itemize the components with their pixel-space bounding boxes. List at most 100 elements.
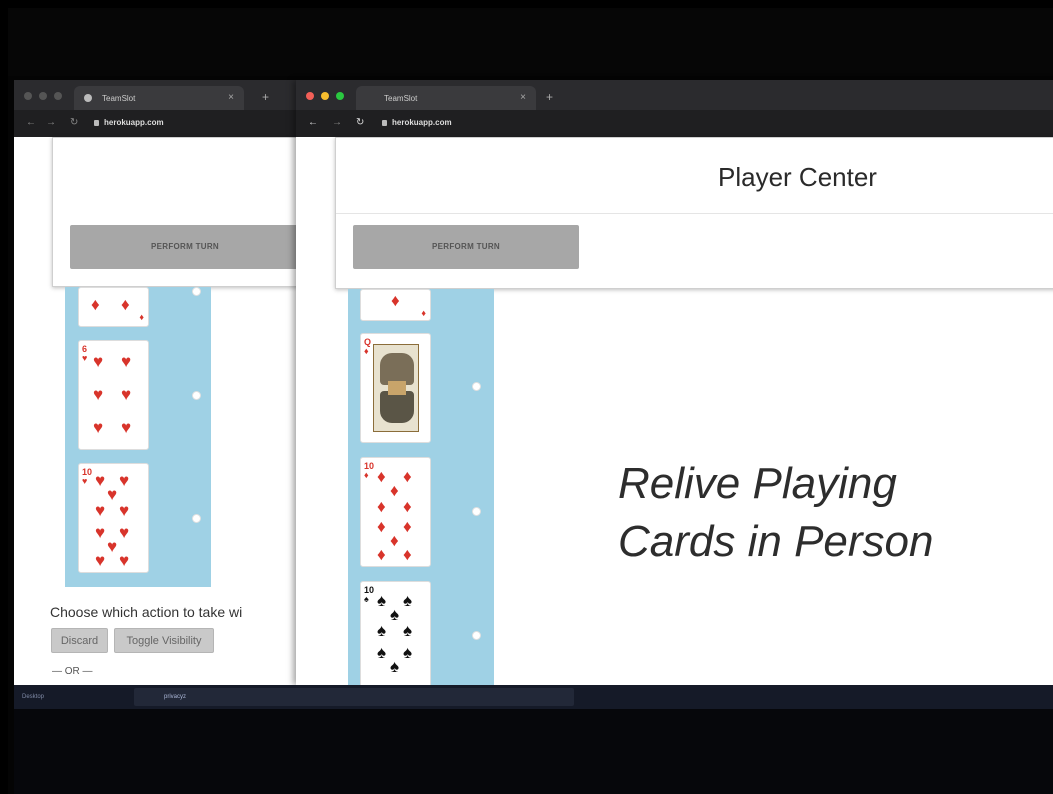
- radio-icon[interactable]: [192, 287, 201, 296]
- diamond-suit-icon: ♦: [377, 545, 386, 564]
- finder-strip[interactable]: [134, 688, 574, 706]
- heart-suit-icon: ♥: [93, 352, 104, 371]
- spade-suit-icon: ♠: [403, 591, 413, 610]
- toggle-visibility-button[interactable]: Toggle Visibility: [114, 628, 214, 653]
- card-corner: 10 ♠: [364, 585, 375, 604]
- url-text: herokuapp.com: [392, 118, 452, 127]
- close-window-icon: [306, 92, 314, 100]
- tab-bar: TeamSlot × +: [296, 80, 1053, 110]
- folder-label[interactable]: privacyz: [164, 694, 186, 700]
- diamond-suit-icon: ♦: [403, 497, 412, 516]
- face-card-art: [373, 344, 419, 432]
- url-field[interactable]: herokuapp.com: [94, 118, 164, 127]
- heart-suit-icon: ♥: [119, 523, 130, 542]
- heart-suit-icon: ♥: [107, 537, 118, 556]
- or-separator: — OR —: [52, 666, 93, 677]
- lock-icon: [382, 119, 387, 126]
- window-controls[interactable]: [24, 92, 62, 100]
- forward-arrow-icon[interactable]: →: [332, 117, 342, 128]
- radio-icon[interactable]: [472, 507, 481, 516]
- playing-card[interactable]: 6 ♥ ♥ ♥ ♥ ♥ ♥ ♥: [78, 340, 149, 450]
- radio-icon[interactable]: [472, 382, 481, 391]
- card-hand: ♦ ♦ ♦ 6 ♥ ♥ ♥ ♥ ♥ ♥ ♥ 10 ♥ ♥ ♥ ♥ ♥ ♥ ♥ ♥ ♥…: [65, 287, 211, 587]
- back-arrow-icon[interactable]: ←: [26, 117, 36, 128]
- desktop-top-bar: [8, 8, 1053, 76]
- url-text: herokuapp.com: [104, 118, 164, 127]
- page-title: Player Center: [718, 162, 877, 192]
- diamond-suit-icon: ♦: [390, 481, 399, 500]
- reload-icon[interactable]: ↻: [356, 117, 364, 128]
- heart-suit-icon: ♥: [107, 485, 118, 504]
- diamond-suit-icon: ♦: [390, 531, 399, 550]
- address-bar: ← → ↻ herokuapp.com: [296, 110, 1053, 137]
- playing-card[interactable]: 10 ♦ ♦ ♦ ♦ ♦ ♦ ♦ ♦ ♦ ♦ ♦: [360, 457, 431, 567]
- playing-card[interactable]: 10 ♥ ♥ ♥ ♥ ♥ ♥ ♥ ♥ ♥ ♥ ♥: [78, 463, 149, 573]
- card-corner: 10 ♥: [82, 467, 93, 486]
- heart-suit-icon: ♥: [95, 471, 106, 490]
- heart-suit-icon: ♥: [95, 501, 106, 520]
- radio-icon[interactable]: [192, 514, 201, 523]
- close-tab-icon[interactable]: ×: [228, 92, 234, 103]
- spade-suit-icon: ♠: [377, 621, 387, 640]
- choose-action-text: Choose which action to take wi: [50, 604, 243, 620]
- card-corner: ♦: [421, 308, 426, 318]
- tab-title: TeamSlot: [102, 94, 136, 103]
- playing-card[interactable]: ♦ ♦ ♦: [78, 287, 149, 327]
- window-controls[interactable]: [306, 92, 344, 100]
- minimize-window-icon: [321, 92, 329, 100]
- playing-card[interactable]: 10 ♠ ♠ ♠ ♠ ♠ ♠ ♠ ♠ ♠: [360, 581, 431, 685]
- heart-suit-icon: ♥: [119, 471, 130, 490]
- browser-window-front[interactable]: TeamSlot × + ← → ↻ herokuapp.com Player …: [296, 80, 1053, 685]
- new-tab-icon[interactable]: +: [262, 90, 269, 104]
- url-field[interactable]: herokuapp.com: [382, 118, 452, 127]
- browser-window-back[interactable]: TeamSlot × + ← → ↻ herokuapp.com PERFORM…: [14, 80, 304, 685]
- radio-icon[interactable]: [192, 391, 201, 400]
- card-corner: 6 ♥: [82, 344, 88, 363]
- heart-suit-icon: ♥: [121, 352, 132, 371]
- heart-suit-icon: ♥: [93, 418, 104, 437]
- browser-tab[interactable]: TeamSlot ×: [356, 86, 536, 110]
- diamond-suit-icon: ♦: [403, 517, 412, 536]
- playing-card[interactable]: ♦ ♦: [360, 289, 431, 321]
- perform-turn-button[interactable]: PERFORM TURN: [353, 225, 579, 269]
- header-divider: [336, 213, 1053, 214]
- heart-suit-icon: ♥: [95, 523, 106, 542]
- perform-turn-button[interactable]: PERFORM TURN: [70, 225, 300, 269]
- spade-suit-icon: ♠: [390, 657, 400, 676]
- heart-suit-icon: ♥: [119, 551, 130, 570]
- playing-card[interactable]: Q ♦: [360, 333, 431, 443]
- lock-icon: [94, 119, 99, 126]
- reload-icon[interactable]: ↻: [70, 117, 78, 128]
- address-bar: ← → ↻ herokuapp.com: [14, 110, 304, 137]
- taskbar: Desktop privacyz: [14, 685, 1053, 709]
- spade-suit-icon: ♠: [390, 605, 400, 624]
- card-corner: ♦: [139, 312, 144, 322]
- heart-suit-icon: ♥: [95, 551, 106, 570]
- new-tab-icon[interactable]: +: [546, 90, 553, 104]
- heart-suit-icon: ♥: [119, 501, 130, 520]
- radio-icon[interactable]: [472, 631, 481, 640]
- diamond-suit-icon: ♦: [377, 497, 386, 516]
- discard-button[interactable]: Discard: [51, 628, 108, 653]
- heart-suit-icon: ♥: [121, 418, 132, 437]
- close-tab-icon[interactable]: ×: [520, 92, 526, 103]
- maximize-window-icon: [336, 92, 344, 100]
- spade-suit-icon: ♠: [403, 621, 413, 640]
- diamond-suit-icon: ♦: [403, 545, 412, 564]
- diamond-suit-icon: ♦: [377, 467, 386, 486]
- tagline-line-2: Cards in Person: [618, 517, 934, 566]
- back-arrow-icon[interactable]: ←: [308, 117, 318, 128]
- card-corner: Q ♦: [364, 337, 372, 356]
- menubar-status-icons: [830, 70, 1053, 83]
- taskbar-desktop-label[interactable]: Desktop: [22, 694, 44, 700]
- spade-suit-icon: ♠: [377, 591, 387, 610]
- spade-suit-icon: ♠: [377, 643, 387, 662]
- tab-bar: TeamSlot × +: [14, 80, 304, 110]
- browser-tab[interactable]: TeamSlot ×: [74, 86, 244, 110]
- diamond-suit-icon: ♦: [377, 517, 386, 536]
- forward-arrow-icon[interactable]: →: [46, 117, 56, 128]
- diamond-suit-icon: ♦: [403, 467, 412, 486]
- diamond-suit-icon: ♦: [121, 295, 130, 314]
- tagline-line-1: Relive Playing: [618, 459, 897, 508]
- diamond-suit-icon: ♦: [91, 295, 100, 314]
